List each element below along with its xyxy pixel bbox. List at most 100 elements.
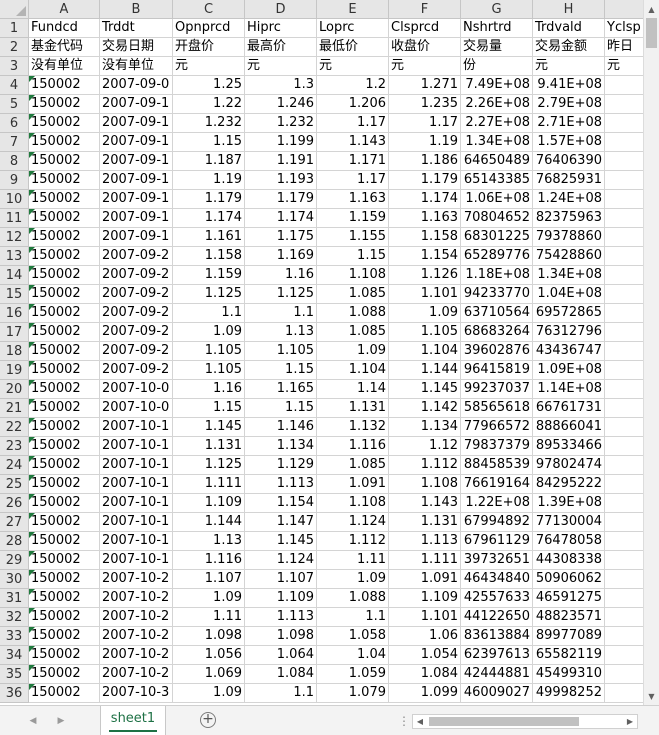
- cell[interactable]: 82375963: [533, 209, 605, 228]
- cell[interactable]: 2007-10-1: [100, 494, 173, 513]
- row-header[interactable]: 16: [0, 304, 29, 323]
- cell[interactable]: 1.14E+08: [533, 380, 605, 399]
- cell[interactable]: 150002: [29, 665, 100, 684]
- row-header[interactable]: 19: [0, 361, 29, 380]
- cell[interactable]: 1.193: [245, 171, 317, 190]
- cell[interactable]: 88458539: [461, 456, 533, 475]
- cell[interactable]: 150002: [29, 190, 100, 209]
- cell[interactable]: 1.171: [317, 152, 389, 171]
- cell[interactable]: [605, 114, 643, 133]
- cell[interactable]: [605, 684, 643, 703]
- cell[interactable]: 2007-10-1: [100, 437, 173, 456]
- cell[interactable]: [605, 627, 643, 646]
- cell[interactable]: 150002: [29, 494, 100, 513]
- cell[interactable]: 45499310: [533, 665, 605, 684]
- cell[interactable]: [605, 266, 643, 285]
- cell[interactable]: 1.09: [173, 684, 245, 703]
- cell[interactable]: 1.16: [245, 266, 317, 285]
- cell[interactable]: 1.124: [317, 513, 389, 532]
- cell[interactable]: [605, 76, 643, 95]
- cell[interactable]: 67994892: [461, 513, 533, 532]
- row-header[interactable]: 18: [0, 342, 29, 361]
- cell[interactable]: 2007-10-2: [100, 646, 173, 665]
- cell[interactable]: 2007-09-1: [100, 171, 173, 190]
- cell[interactable]: 1.085: [317, 285, 389, 304]
- cell[interactable]: 1.12: [389, 437, 461, 456]
- cell[interactable]: 昨日: [605, 38, 643, 57]
- cell[interactable]: 最高价: [245, 38, 317, 57]
- cell[interactable]: 1.22E+08: [461, 494, 533, 513]
- cell[interactable]: 150002: [29, 532, 100, 551]
- cell[interactable]: 1.159: [317, 209, 389, 228]
- cell[interactable]: 1.147: [245, 513, 317, 532]
- cell[interactable]: 1.179: [173, 190, 245, 209]
- row-header[interactable]: 12: [0, 228, 29, 247]
- cell[interactable]: 1.11: [317, 551, 389, 570]
- cell[interactable]: [605, 494, 643, 513]
- row-header[interactable]: 32: [0, 608, 29, 627]
- cell[interactable]: 1.158: [173, 247, 245, 266]
- cell[interactable]: Opnprcd: [173, 19, 245, 38]
- cell[interactable]: 63710564: [461, 304, 533, 323]
- cell[interactable]: 44122650: [461, 608, 533, 627]
- cell[interactable]: 48823571: [533, 608, 605, 627]
- row-header[interactable]: 33: [0, 627, 29, 646]
- cell[interactable]: 最低价: [317, 38, 389, 57]
- sheet-next-icon[interactable]: ▶: [54, 714, 68, 728]
- cell[interactable]: 58565618: [461, 399, 533, 418]
- cell[interactable]: 1.57E+08: [533, 133, 605, 152]
- cell[interactable]: 76619164: [461, 475, 533, 494]
- row-header[interactable]: 7: [0, 133, 29, 152]
- cell[interactable]: 1.111: [389, 551, 461, 570]
- cell[interactable]: 150002: [29, 171, 100, 190]
- cell[interactable]: 150002: [29, 418, 100, 437]
- cell[interactable]: 1.155: [317, 228, 389, 247]
- cell[interactable]: [605, 513, 643, 532]
- cell[interactable]: 1.04: [317, 646, 389, 665]
- cell[interactable]: 1.15: [173, 133, 245, 152]
- horizontal-scroll-thumb[interactable]: [429, 717, 579, 726]
- cell[interactable]: [605, 380, 643, 399]
- cell[interactable]: 2.79E+08: [533, 95, 605, 114]
- row-header[interactable]: 25: [0, 475, 29, 494]
- cell[interactable]: 1.1: [245, 304, 317, 323]
- cell[interactable]: [605, 209, 643, 228]
- cell[interactable]: 1.105: [173, 361, 245, 380]
- cell[interactable]: 1.19: [389, 133, 461, 152]
- cell[interactable]: 1.112: [317, 532, 389, 551]
- row-header[interactable]: 26: [0, 494, 29, 513]
- cell[interactable]: Fundcd: [29, 19, 100, 38]
- column-header[interactable]: A: [29, 0, 100, 19]
- sheet-tab-sheet1[interactable]: sheet1: [100, 706, 166, 735]
- cell[interactable]: 1.163: [317, 190, 389, 209]
- column-header[interactable]: D: [245, 0, 317, 19]
- cell[interactable]: 1.105: [245, 342, 317, 361]
- cell[interactable]: [605, 646, 643, 665]
- row-header[interactable]: 8: [0, 152, 29, 171]
- cell[interactable]: 1.25: [173, 76, 245, 95]
- cell[interactable]: 1.144: [173, 513, 245, 532]
- cell[interactable]: [605, 228, 643, 247]
- cell[interactable]: 1.104: [317, 361, 389, 380]
- plus-circle-icon[interactable]: +: [200, 712, 216, 728]
- cell[interactable]: [605, 95, 643, 114]
- cell[interactable]: 1.108: [317, 266, 389, 285]
- cell[interactable]: [605, 152, 643, 171]
- cell[interactable]: 1.085: [317, 323, 389, 342]
- cell[interactable]: 1.191: [245, 152, 317, 171]
- cell[interactable]: [605, 608, 643, 627]
- cell[interactable]: 2007-09-2: [100, 266, 173, 285]
- cell[interactable]: 1.107: [245, 570, 317, 589]
- cell[interactable]: 84295222: [533, 475, 605, 494]
- cell[interactable]: 元: [173, 57, 245, 76]
- cell[interactable]: 89533466: [533, 437, 605, 456]
- cell[interactable]: 150002: [29, 342, 100, 361]
- cell[interactable]: 1.174: [173, 209, 245, 228]
- cell[interactable]: [605, 418, 643, 437]
- cell[interactable]: 1.108: [317, 494, 389, 513]
- cell[interactable]: 65289776: [461, 247, 533, 266]
- cell[interactable]: 1.24E+08: [533, 190, 605, 209]
- cell[interactable]: 2007-09-1: [100, 190, 173, 209]
- cell[interactable]: 150002: [29, 209, 100, 228]
- cell[interactable]: [605, 570, 643, 589]
